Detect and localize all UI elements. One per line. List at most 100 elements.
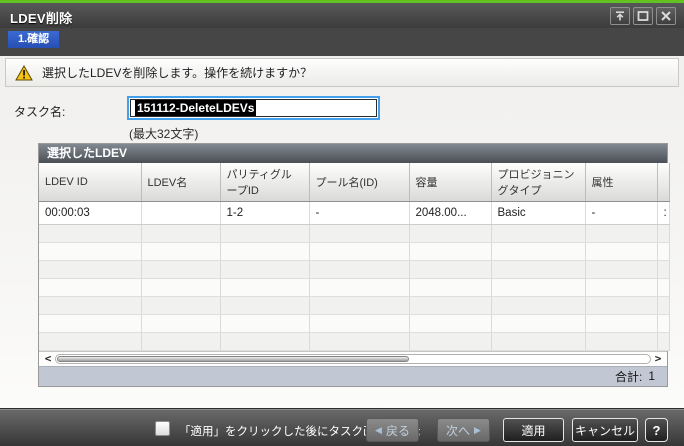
close-icon: [660, 10, 672, 22]
empty-cell: [585, 242, 658, 261]
column-header[interactable]: LDEV名: [141, 163, 221, 202]
empty-cell: [39, 332, 142, 351]
empty-table-row: [39, 296, 670, 315]
task-name-max-length-hint: (最大32文字): [129, 127, 199, 141]
empty-cell: [585, 296, 658, 315]
ldev-table: LDEV ID LDEV名 パリティグループID プール名(ID) 容量 プロビジョニング…: [39, 163, 670, 351]
column-header[interactable]: 容量: [409, 163, 492, 202]
empty-cell: [220, 332, 310, 351]
empty-cell: [491, 224, 586, 243]
empty-cell: [220, 224, 310, 243]
step-tab-confirm: 1.確認: [8, 31, 60, 48]
empty-cell: [657, 224, 670, 243]
empty-table-row: [39, 278, 670, 297]
empty-cell: [585, 332, 658, 351]
empty-cell: [39, 314, 142, 333]
empty-cell: [491, 242, 586, 261]
warning-strip: 選択したLDEVを削除します。操作を続けますか？: [5, 58, 679, 87]
pin-button[interactable]: [610, 7, 630, 25]
empty-cell: [409, 242, 492, 261]
empty-cell: [491, 296, 586, 315]
empty-cell: [141, 260, 221, 279]
empty-cell: [491, 278, 586, 297]
column-header[interactable]: パリティグループID: [220, 163, 310, 202]
warning-triangle-icon: [15, 64, 33, 81]
next-button: 次へ ▶: [437, 418, 490, 442]
empty-cell: [141, 314, 221, 333]
empty-cell: [309, 260, 410, 279]
table-cell: Basic: [491, 201, 586, 225]
next-button-label: 次へ: [446, 423, 471, 438]
empty-cell: [657, 278, 670, 297]
empty-cell: [657, 242, 670, 261]
empty-cell: [220, 314, 310, 333]
empty-table-row: [39, 260, 670, 279]
empty-cell: [585, 278, 658, 297]
scroll-left-arrow[interactable]: <: [42, 352, 54, 366]
empty-cell: [309, 314, 410, 333]
scrollbar-thumb[interactable]: [57, 355, 409, 362]
empty-cell: [657, 314, 670, 333]
empty-cell: [141, 332, 221, 351]
empty-cell: [309, 278, 410, 297]
selected-ldev-panel: 選択したLDEV LDEV ID LDEV名 パリティグループID プール名(ID) 容…: [38, 143, 670, 387]
empty-cell: [409, 314, 492, 333]
task-name-input[interactable]: 151112-DeleteLDEVs: [127, 96, 380, 120]
dialog-title: LDEV削除: [10, 11, 73, 26]
total-bar: 合計: 1: [39, 365, 667, 386]
task-name-value: 151112-DeleteLDEVs: [135, 100, 257, 116]
action-bar: 「適用」をクリックした後にタスク画面を表示 ◀ 戻る 次へ ▶ 適用 キャンセル…: [0, 408, 684, 446]
table-row: 00:00:03 1-2-2048.00... Basic -:: [39, 201, 670, 225]
scrollbar-track[interactable]: [55, 353, 651, 364]
cancel-button[interactable]: キャンセル: [572, 418, 638, 442]
empty-cell: [491, 332, 586, 351]
empty-cell: [309, 332, 410, 351]
column-header[interactable]: プロビジョニングタイプ: [491, 163, 586, 202]
column-header[interactable]: LDEV ID: [39, 163, 142, 202]
next-arrow-icon: ▶: [474, 424, 481, 435]
empty-cell: [585, 224, 658, 243]
back-button-label: 戻る: [385, 423, 410, 438]
empty-cell: [39, 242, 142, 261]
close-button[interactable]: [656, 7, 676, 25]
empty-cell: [141, 278, 221, 297]
empty-cell: [220, 242, 310, 261]
empty-table-row: [39, 242, 670, 261]
empty-table-row: [39, 314, 670, 333]
empty-cell: [585, 314, 658, 333]
empty-cell: [39, 224, 142, 243]
column-header[interactable]: 属性: [585, 163, 658, 202]
empty-cell: [491, 260, 586, 279]
empty-cell: [409, 260, 492, 279]
empty-cell: [409, 332, 492, 351]
scroll-right-arrow[interactable]: >: [652, 352, 664, 366]
empty-cell: [657, 296, 670, 315]
step-bar: 1.確認: [0, 28, 684, 56]
empty-cell: [657, 332, 670, 351]
empty-table-row: [39, 332, 670, 351]
empty-cell: [39, 296, 142, 315]
empty-cell: [141, 242, 221, 261]
warning-message: 選択したLDEVを削除します。操作を続けますか？: [42, 66, 313, 80]
title-bar: LDEV削除: [0, 0, 684, 28]
empty-cell: [657, 260, 670, 279]
column-header[interactable]: [657, 163, 670, 202]
table-cell: 00:00:03: [39, 201, 142, 225]
empty-cell: [220, 296, 310, 315]
empty-cell: [141, 224, 221, 243]
help-button[interactable]: ?: [645, 418, 668, 442]
empty-cell: [309, 242, 410, 261]
column-header[interactable]: プール名(ID): [309, 163, 410, 202]
empty-cell: [491, 314, 586, 333]
total-label: 合計:: [614, 369, 643, 384]
back-arrow-icon: ◀: [375, 424, 382, 435]
pin-icon: [614, 10, 626, 22]
show-task-screen-checkbox[interactable]: [155, 421, 170, 436]
apply-button[interactable]: 適用: [503, 418, 564, 442]
table-cell: -: [585, 201, 658, 225]
empty-cell: [220, 260, 310, 279]
maximize-button[interactable]: [633, 7, 653, 25]
table-cell: 2048.00...: [409, 201, 492, 225]
empty-cell: [39, 260, 142, 279]
table-cell: :: [657, 201, 670, 225]
